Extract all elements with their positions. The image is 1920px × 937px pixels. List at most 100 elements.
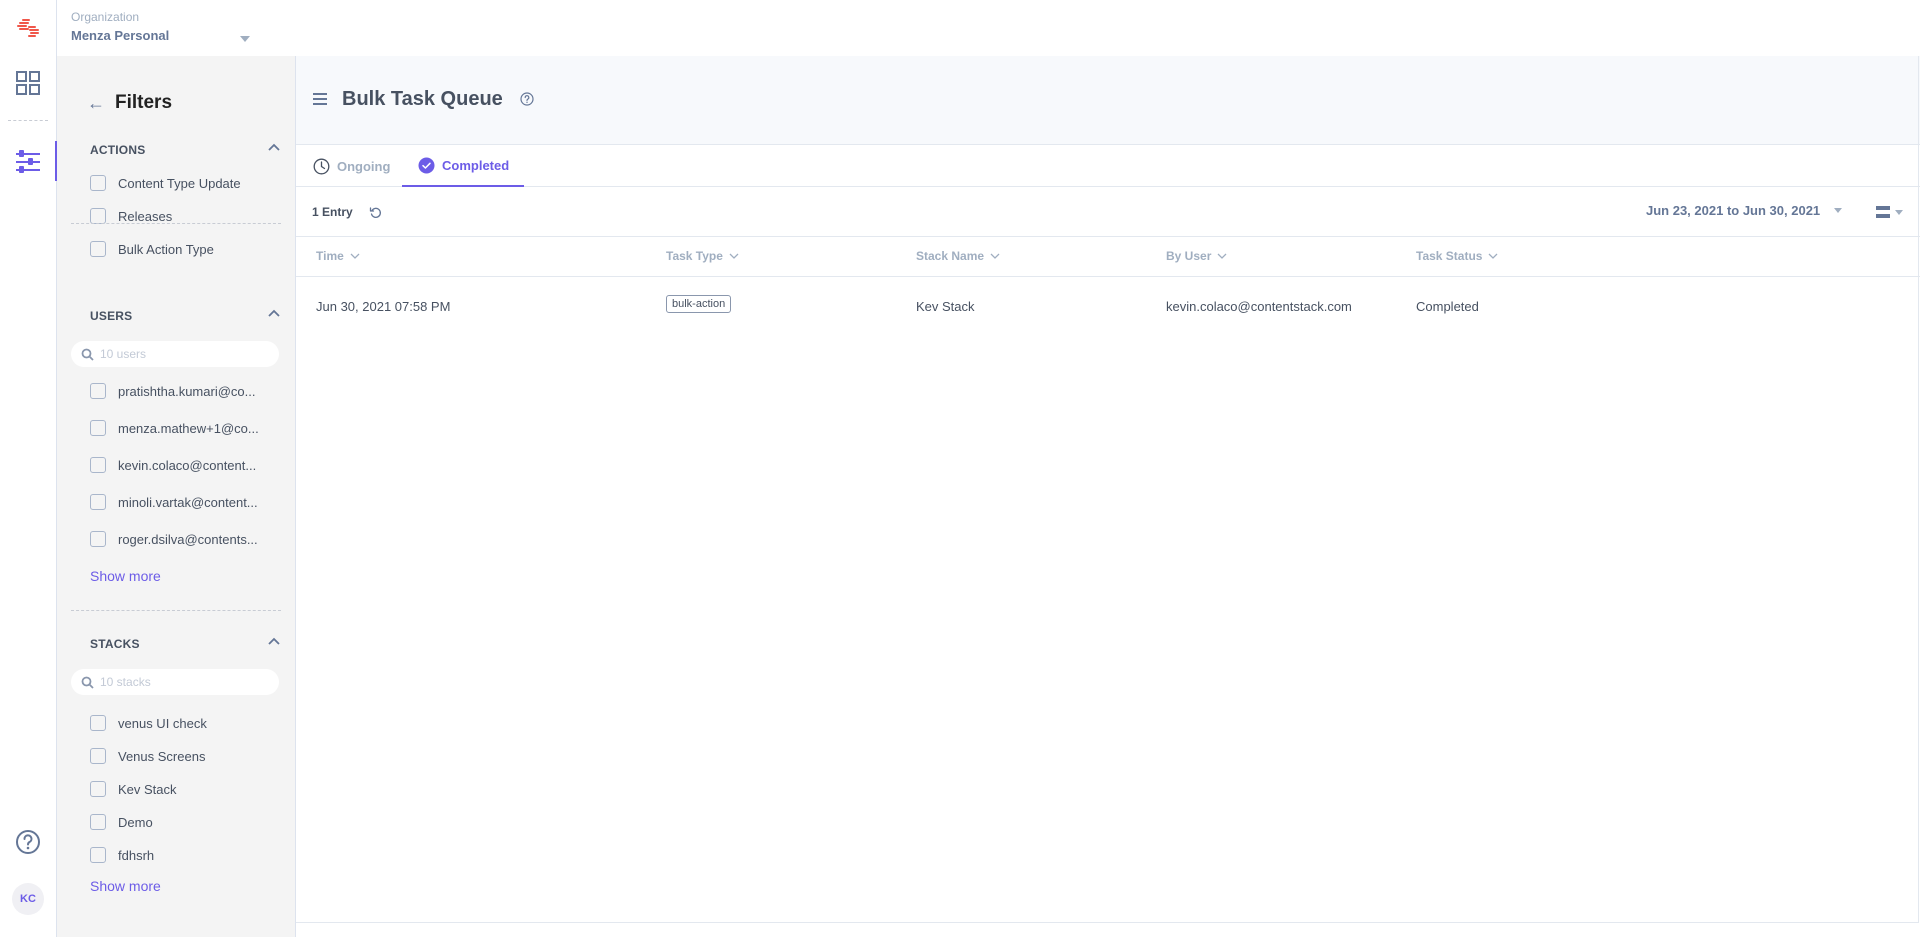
column-header-time[interactable]: Time [316,249,360,263]
refresh-icon[interactable] [369,206,382,219]
checkbox-label: venus UI check [118,715,207,731]
organization-selector[interactable]: Organization Menza Personal [71,10,251,43]
chevron-up-icon[interactable] [268,143,280,151]
checkbox[interactable] [90,457,106,473]
filter-stack-item[interactable]: Venus Screens [90,748,205,764]
check-circle-icon [418,157,435,173]
column-header-stack-name[interactable]: Stack Name [916,249,1000,263]
chevron-down-icon [1489,253,1498,259]
filter-stack-item[interactable]: Demo [90,814,153,830]
search-icon [81,348,94,361]
checkbox[interactable] [90,781,106,797]
column-header-task-type[interactable]: Task Type [666,249,739,263]
checkbox-label: Releases [118,208,173,224]
tab-bar: Ongoing Completed [296,145,1920,187]
search-icon [81,676,94,689]
filter-stack-item[interactable]: fdhsrh [90,847,154,863]
chevron-up-icon[interactable] [268,309,280,317]
chevron-up-icon[interactable] [268,637,280,645]
column-label: Time [316,249,344,263]
date-range-picker[interactable]: Jun 23, 2021 to Jun 30, 2021 [1646,203,1843,218]
filter-action-releases[interactable]: Releases [90,208,172,224]
help-circle-icon[interactable] [520,92,534,106]
dashboard-grid-icon[interactable] [15,70,41,96]
filter-action-bulk-action-type[interactable]: Bulk Action Type [90,241,214,257]
checkbox[interactable] [90,748,106,764]
app: KC Organization Menza Personal ← Filters… [0,0,1920,937]
filter-stack-item[interactable]: Kev Stack [90,781,177,797]
checkbox[interactable] [90,420,106,436]
filter-user-item[interactable]: minoli.vartak@content... [90,494,258,510]
filter-stack-item[interactable]: venus UI check [90,715,207,731]
tab-ongoing[interactable]: Ongoing [313,145,390,187]
view-density-toggle-icon[interactable] [1876,204,1904,220]
filter-action-content-type-update[interactable]: Content Type Update [90,175,241,191]
left-rail: KC [0,0,57,937]
task-queue-sliders-icon[interactable] [14,148,42,176]
checkbox[interactable] [90,383,106,399]
checkbox[interactable] [90,847,106,863]
contentstack-logo-icon[interactable] [14,14,42,42]
checkbox[interactable] [90,241,106,257]
checkbox-label: minoli.vartak@content... [118,494,258,510]
column-header-by-user[interactable]: By User [1166,249,1227,263]
back-arrow-icon[interactable]: ← [87,93,105,114]
checkbox-label: Demo [118,814,153,830]
table-header: Time Task Type Stack Name By User Task S… [296,237,1920,277]
checkbox-label: Kev Stack [118,781,177,797]
chevron-down-icon [350,253,360,259]
column-label: By User [1166,249,1212,263]
chevron-down-icon [1217,253,1227,259]
stacks-search-input[interactable] [100,675,270,689]
clock-icon [313,158,330,174]
hamburger-menu-icon[interactable] [313,93,327,105]
table-row[interactable]: Jun 30, 2021 07:58 PM bulk-action Kev St… [296,277,1920,337]
checkbox[interactable] [90,494,106,510]
page-header: Bulk Task Queue [296,56,1920,145]
checkbox[interactable] [90,208,106,224]
user-avatar[interactable]: KC [12,883,44,915]
stacks-heading: STACKS [90,637,140,651]
cell-task-status: Completed [1416,299,1479,314]
caret-down-icon [1834,208,1843,213]
filter-user-item[interactable]: pratishtha.kumari@co... [90,383,255,399]
users-search[interactable] [71,341,279,367]
stacks-search[interactable] [71,669,279,695]
date-range-label: Jun 23, 2021 to Jun 30, 2021 [1646,203,1821,218]
rail-divider [8,120,48,121]
main-content: Bulk Task Queue Ongoing Completed 1 Entr… [296,56,1920,937]
tab-completed[interactable]: Completed [402,145,524,187]
users-search-input[interactable] [100,347,270,361]
checkbox-label: Bulk Action Type [118,241,214,257]
filter-user-item[interactable]: menza.mathew+1@co... [90,420,259,436]
cell-time: Jun 30, 2021 07:58 PM [316,299,451,314]
checkbox-label: Content Type Update [118,175,241,191]
help-icon[interactable] [15,829,41,855]
column-header-task-status[interactable]: Task Status [1416,249,1498,263]
top-bar: Organization Menza Personal [57,0,1920,56]
checkbox[interactable] [90,175,106,191]
checkbox[interactable] [90,814,106,830]
task-type-badge: bulk-action [666,295,732,313]
list-toolbar: 1 Entry Jun 23, 2021 to Jun 30, 2021 [296,187,1920,237]
organization-label: Organization [71,10,140,24]
users-show-more-link[interactable]: Show more [90,568,161,584]
column-label: Task Type [666,249,723,263]
column-label: Task Status [1416,249,1483,263]
filter-user-item[interactable]: roger.dsilva@contents... [90,531,258,547]
filters-panel: ← Filters ACTIONS Content Type Update Re… [57,56,296,937]
checkbox-label: kevin.colaco@content... [118,457,257,473]
filters-title: Filters [115,92,173,113]
filter-user-item[interactable]: kevin.colaco@content... [90,457,256,473]
users-section-header[interactable]: USERS [90,307,280,327]
tab-label: Ongoing [337,158,391,174]
section-divider [71,610,281,611]
stacks-section-header[interactable]: STACKS [90,635,280,655]
stacks-show-more-link[interactable]: Show more [90,878,161,894]
entry-count: 1 Entry [312,205,353,219]
checkbox[interactable] [90,531,106,547]
actions-section-header[interactable]: ACTIONS [90,141,280,161]
checkbox[interactable] [90,715,106,731]
page-title: Bulk Task Queue [342,88,503,110]
actions-heading: ACTIONS [90,143,146,157]
